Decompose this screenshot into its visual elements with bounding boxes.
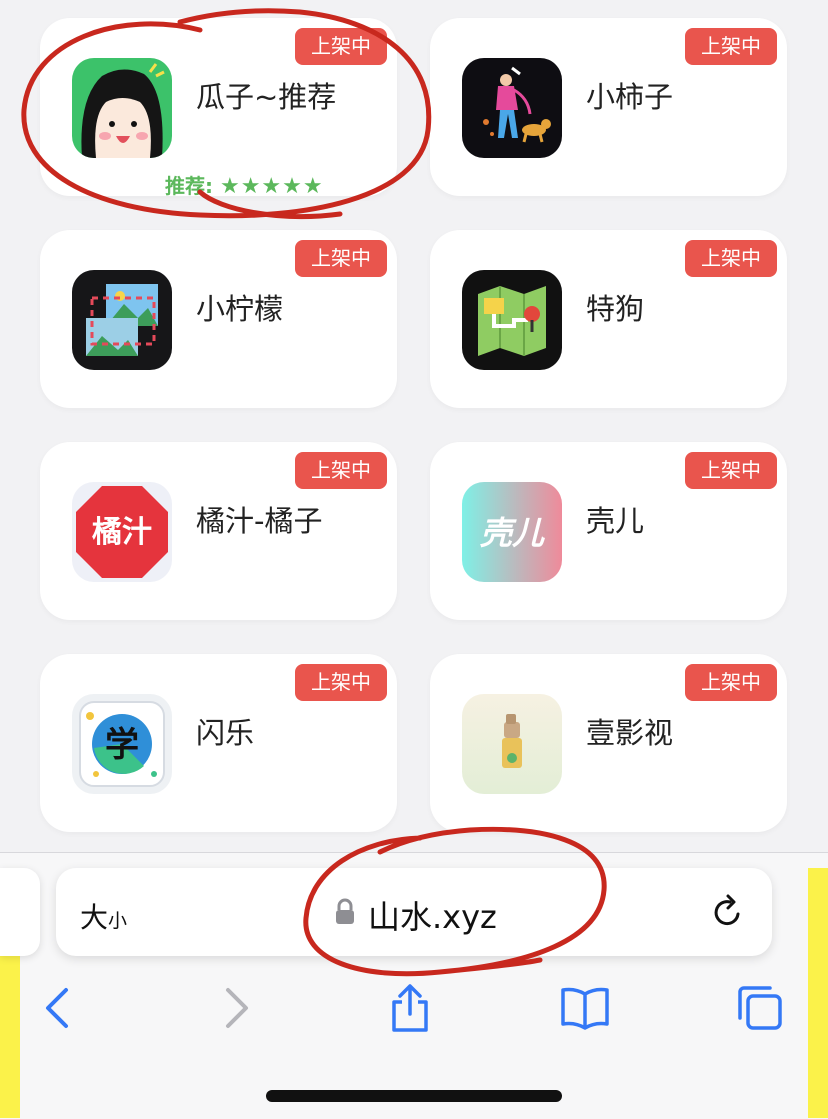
- chevron-left-icon: [46, 988, 68, 1028]
- bookmarks-button[interactable]: [557, 980, 613, 1036]
- text-size-button[interactable]: 大小: [80, 896, 127, 936]
- app-name: 瓜子~推荐: [196, 80, 337, 114]
- address-bar[interactable]: 大小 山水.xyz: [56, 868, 772, 956]
- app-card-guazi[interactable]: 上架中 瓜子~推荐 推荐: ★★★★★: [40, 18, 397, 199]
- app-name: 壳儿: [586, 504, 645, 538]
- right-edge-strip: [808, 868, 828, 1118]
- text-size-big: 大: [80, 901, 109, 934]
- status-badge: 上架中: [295, 664, 387, 701]
- text-size-small: 小: [108, 910, 128, 932]
- share-button[interactable]: [382, 980, 438, 1036]
- recycle-bin-icon: [462, 694, 562, 794]
- status-badge: 上架中: [685, 664, 777, 701]
- share-icon: [392, 984, 428, 1032]
- app-card-xiaoshizi[interactable]: 上架中 小柿子: [430, 18, 787, 196]
- cartoon-face-icon: [72, 58, 172, 158]
- reload-icon[interactable]: [708, 892, 748, 932]
- url-text[interactable]: 山水.xyz: [368, 892, 497, 938]
- map-pin-icon: [462, 270, 562, 370]
- app-grid: 上架中 瓜子~推荐 推荐: ★★★★★ 上架中 小柿子 上架中 小柠檬 上架中 …: [0, 0, 828, 850]
- juzhi-logo-text: 橘汁: [92, 515, 152, 550]
- tabs-icon: [738, 986, 782, 1030]
- app-card-xiaoningmeng[interactable]: 上架中 小柠檬: [40, 230, 397, 408]
- app-name: 小柠檬: [196, 292, 284, 326]
- xue-logo-icon: 学: [72, 694, 172, 794]
- app-card-tegou[interactable]: 上架中 特狗: [430, 230, 787, 408]
- app-card-yiyingshi[interactable]: 上架中 壹影视: [430, 654, 787, 832]
- rating-stars: ★★★★★: [219, 174, 324, 199]
- app-card-juzhi[interactable]: 上架中 橘汁 橘汁-橘子: [40, 442, 397, 620]
- tabs-button[interactable]: [732, 980, 788, 1036]
- xue-logo-text: 学: [105, 725, 139, 765]
- status-badge: 上架中: [685, 452, 777, 489]
- photo-crop-icon: [72, 270, 172, 370]
- walking-dog-illustration-icon: [462, 58, 562, 158]
- previous-tab-preview[interactable]: [0, 868, 40, 956]
- status-badge: 上架中: [295, 28, 387, 65]
- status-badge: 上架中: [685, 28, 777, 65]
- home-indicator: [266, 1090, 562, 1102]
- app-name: 特狗: [586, 292, 645, 326]
- forward-button[interactable]: [208, 980, 264, 1036]
- status-badge: 上架中: [295, 240, 387, 277]
- chevron-right-icon: [226, 988, 248, 1028]
- open-book-icon: [561, 987, 609, 1030]
- app-name: 闪乐: [196, 716, 255, 750]
- app-rating: 推荐: ★★★★★: [165, 170, 324, 199]
- status-badge: 上架中: [295, 452, 387, 489]
- app-name: 壹影视: [586, 716, 674, 750]
- keer-logo-text: 壳儿: [480, 514, 545, 552]
- app-card-keer[interactable]: 上架中 壳儿 壳儿: [430, 442, 787, 620]
- status-badge: 上架中: [685, 240, 777, 277]
- rating-label: 推荐:: [165, 174, 213, 198]
- keer-logo-icon: 壳儿: [462, 482, 562, 582]
- app-card-shanle[interactable]: 上架中 学 闪乐: [40, 654, 397, 832]
- app-name: 小柿子: [586, 80, 674, 114]
- lock-icon: [336, 898, 354, 924]
- app-name: 橘汁-橘子: [196, 504, 323, 538]
- juzhi-logo-icon: 橘汁: [72, 482, 172, 582]
- back-button[interactable]: [30, 980, 86, 1036]
